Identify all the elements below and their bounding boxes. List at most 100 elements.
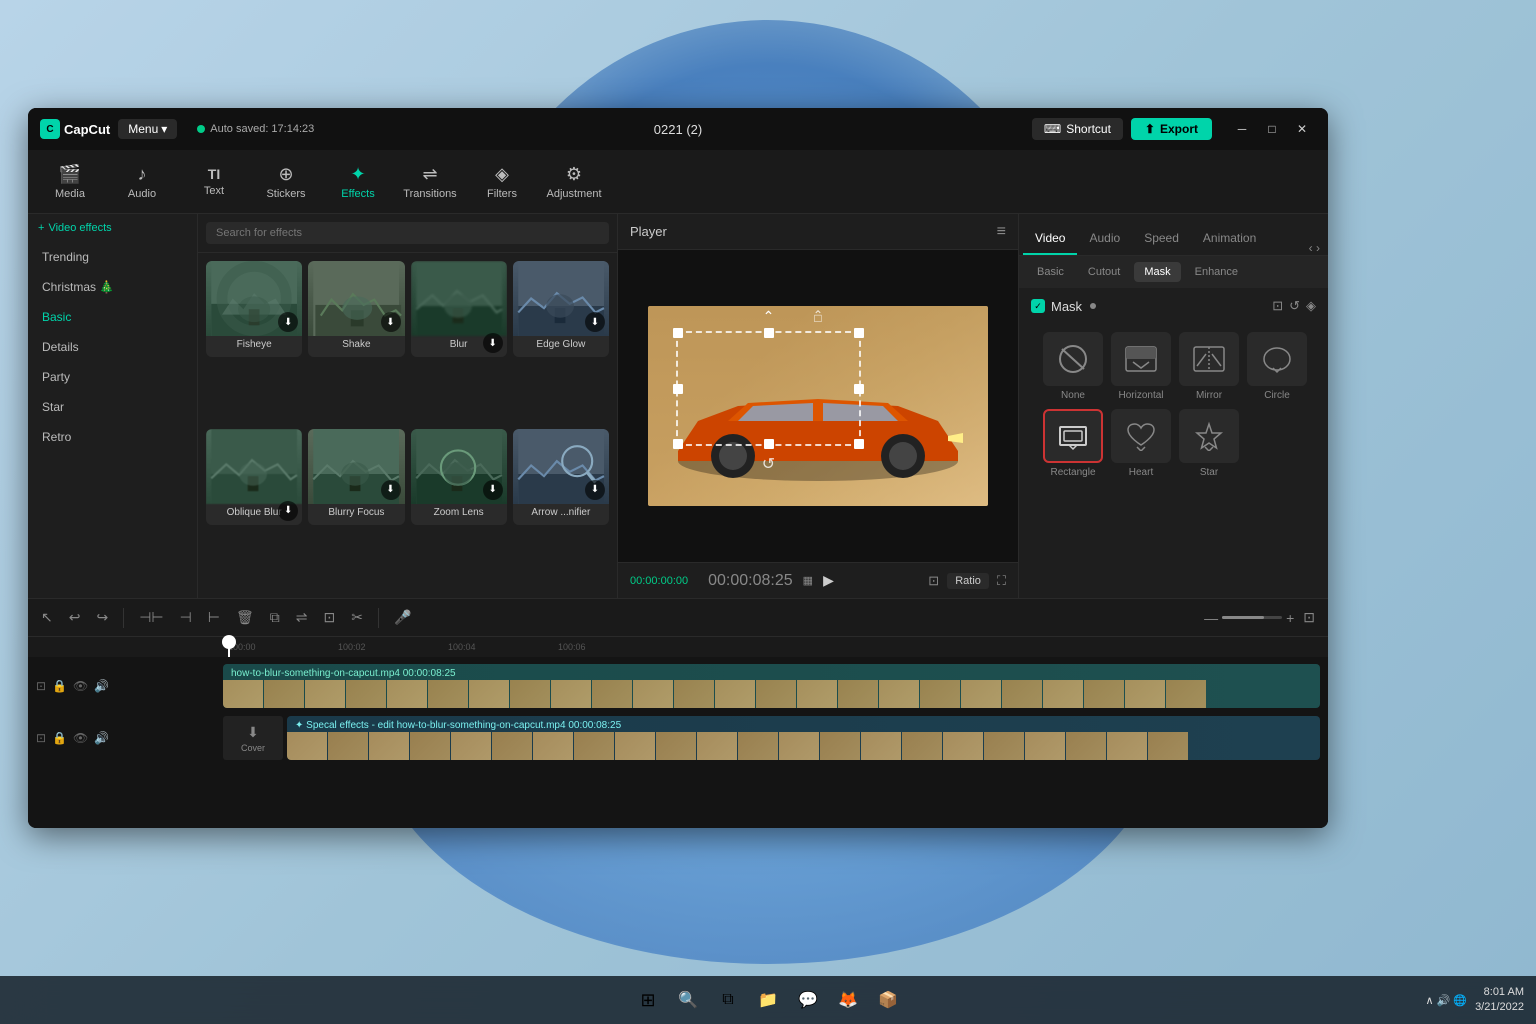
mask-option-mirror[interactable]: Mirror xyxy=(1179,332,1239,401)
zoom-in[interactable]: + xyxy=(1286,610,1294,626)
tab-speed[interactable]: Speed xyxy=(1132,223,1191,255)
menu-button[interactable]: Menu ▾ xyxy=(118,119,177,139)
shortcut-button[interactable]: ⌨ Shortcut xyxy=(1032,118,1123,140)
taskbar-chat[interactable]: 💬 xyxy=(790,982,826,1018)
track-content-video2[interactable]: ✦ Specal effects - edit how-to-blur-some… xyxy=(287,716,1320,760)
mask-option-heart[interactable]: Heart xyxy=(1111,409,1171,478)
toolbar-effects[interactable]: ✦ Effects xyxy=(324,155,392,209)
track2-icon-eye[interactable]: 👁 xyxy=(73,731,88,745)
trim-left[interactable]: ⊣ xyxy=(175,606,197,629)
tab-video[interactable]: Video xyxy=(1023,223,1077,255)
toolbar-stickers[interactable]: ⊕ Stickers xyxy=(252,155,320,209)
effect-blurry-focus[interactable]: ⬇ Blurry Focus xyxy=(308,429,404,525)
category-basic[interactable]: Basic xyxy=(28,302,197,332)
mask-overlay[interactable]: ⌃ ↺ xyxy=(676,331,861,446)
delete-tool[interactable]: 🗑 xyxy=(231,606,259,629)
download-blurry-focus[interactable]: ⬇ xyxy=(381,480,401,500)
effect-fisheye[interactable]: ⬇ Fisheye xyxy=(206,261,302,357)
ratio-button[interactable]: Ratio xyxy=(947,573,989,589)
track2-icon-lock[interactable]: 🔒 xyxy=(52,731,67,745)
mic-tool[interactable]: 🎤 xyxy=(389,606,416,629)
sub-tab-mask[interactable]: Mask xyxy=(1134,262,1180,282)
mask-copy-icon[interactable]: ⊡ xyxy=(1272,298,1283,314)
maximize-button[interactable]: □ xyxy=(1258,115,1286,143)
undo-tool[interactable]: ↩ xyxy=(64,606,86,629)
minimize-button[interactable]: ─ xyxy=(1228,115,1256,143)
mask-handle-rm[interactable] xyxy=(854,384,864,394)
category-details[interactable]: Details xyxy=(28,332,197,362)
mask-option-circle[interactable]: Circle xyxy=(1247,332,1307,401)
track-icon-lock[interactable]: 🔒 xyxy=(52,679,67,693)
close-button[interactable]: ✕ xyxy=(1288,115,1316,143)
effect-oblique-blur[interactable]: ⬇ Oblique Blur xyxy=(206,429,302,525)
effect-shake[interactable]: ⬇ Shake xyxy=(308,261,404,357)
mask-handle-lm[interactable] xyxy=(673,384,683,394)
taskbar-search[interactable]: 🔍 xyxy=(670,982,706,1018)
zoom-out[interactable]: — xyxy=(1204,610,1218,626)
download-edge-glow[interactable]: ⬇ xyxy=(585,312,605,332)
toolbar-adjustment[interactable]: ⚙ Adjustment xyxy=(540,155,608,209)
mask-handle-bl[interactable] xyxy=(673,439,683,449)
mask-center-icon[interactable]: ↺ xyxy=(762,454,775,474)
download-zoom-lens[interactable]: ⬇ xyxy=(483,480,503,500)
fullscreen-icon[interactable]: ⛶ xyxy=(997,573,1006,589)
toolbar-text[interactable]: TI Text xyxy=(180,155,248,209)
category-christmas[interactable]: Christmas 🎄 xyxy=(28,272,197,302)
playhead-marker[interactable] xyxy=(222,635,236,649)
mask-checkbox[interactable]: ✓ xyxy=(1031,299,1045,313)
tab-animation[interactable]: Animation xyxy=(1191,223,1268,255)
category-party[interactable]: Party xyxy=(28,362,197,392)
mask-option-star[interactable]: Star xyxy=(1179,409,1239,478)
redo-tool[interactable]: ↪ xyxy=(91,606,113,629)
download-arrow-magnifier[interactable]: ⬇ xyxy=(585,480,605,500)
mask-option-none[interactable]: None xyxy=(1043,332,1103,401)
download-oblique-blur[interactable]: ⬇ xyxy=(278,501,298,521)
track-content-video1[interactable]: how-to-blur-something-on-capcut.mp4 00:0… xyxy=(223,664,1320,708)
track-icon-audio[interactable]: 🔊 xyxy=(94,679,109,693)
track-icon-eye[interactable]: 👁 xyxy=(73,679,88,693)
crop-icon[interactable]: ⊡ xyxy=(928,573,939,589)
player-menu-icon[interactable]: ≡ xyxy=(997,223,1006,241)
mask-option-horizontal[interactable]: Horizontal xyxy=(1111,332,1171,401)
effect-zoom-lens[interactable]: ⬇ Zoom Lens xyxy=(411,429,507,525)
effects-search-input[interactable] xyxy=(206,222,609,244)
taskbar-start[interactable]: ⊞ xyxy=(630,982,666,1018)
sub-tab-enhance[interactable]: Enhance xyxy=(1185,262,1248,282)
copy-tool[interactable]: ⧉ xyxy=(265,606,285,629)
play-button[interactable]: ▶ xyxy=(823,572,834,589)
taskbar-explorer[interactable]: 📁 xyxy=(750,982,786,1018)
mask-handle-tm[interactable] xyxy=(764,328,774,338)
fit-tool[interactable]: ⊡ xyxy=(1298,606,1320,629)
sub-tab-cutout[interactable]: Cutout xyxy=(1078,262,1130,282)
crop-tool[interactable]: ⊡ xyxy=(319,606,341,629)
mask-handle-tr[interactable] xyxy=(854,328,864,338)
export-button[interactable]: ⬆ Export xyxy=(1131,118,1212,140)
category-retro[interactable]: Retro xyxy=(28,422,197,452)
mask-option-rectangle[interactable]: Rectangle xyxy=(1043,409,1103,478)
effect-edge-glow[interactable]: ⬇ Edge Glow xyxy=(513,261,609,357)
mask-handle-bm[interactable] xyxy=(764,439,774,449)
track-icon-screen[interactable]: ⊡ xyxy=(36,679,46,693)
effect-arrow-magnifier[interactable]: ⬇ Arrow ...nifier xyxy=(513,429,609,525)
mirror-tool[interactable]: ⇌ xyxy=(291,606,313,629)
download-blur[interactable]: ⬇ xyxy=(483,333,503,353)
trim-right[interactable]: ⊢ xyxy=(203,606,225,629)
track2-icon-screen[interactable]: ⊡ xyxy=(36,731,46,745)
sub-tab-basic[interactable]: Basic xyxy=(1027,262,1074,282)
mask-undo-icon[interactable]: ↺ xyxy=(1289,298,1300,314)
taskbar-browser[interactable]: 🦊 xyxy=(830,982,866,1018)
playhead[interactable] xyxy=(228,637,230,657)
category-trending[interactable]: Trending xyxy=(28,242,197,272)
more-tabs-icon[interactable]: ‹ › xyxy=(1305,241,1324,255)
tab-audio[interactable]: Audio xyxy=(1077,223,1132,255)
download-shake[interactable]: ⬇ xyxy=(381,312,401,332)
category-star[interactable]: Star xyxy=(28,392,197,422)
track2-icon-audio[interactable]: 🔊 xyxy=(94,731,109,745)
toolbar-audio[interactable]: ♪ Audio xyxy=(108,155,176,209)
cut-tool[interactable]: ✂ xyxy=(346,606,368,629)
toolbar-media[interactable]: 🎬 Media xyxy=(36,155,104,209)
toolbar-filters[interactable]: ◈ Filters xyxy=(468,155,536,209)
split-tool[interactable]: ⊣⊢ xyxy=(134,606,168,629)
select-tool[interactable]: ↖ xyxy=(36,606,58,629)
mask-handle-tl[interactable] xyxy=(673,328,683,338)
